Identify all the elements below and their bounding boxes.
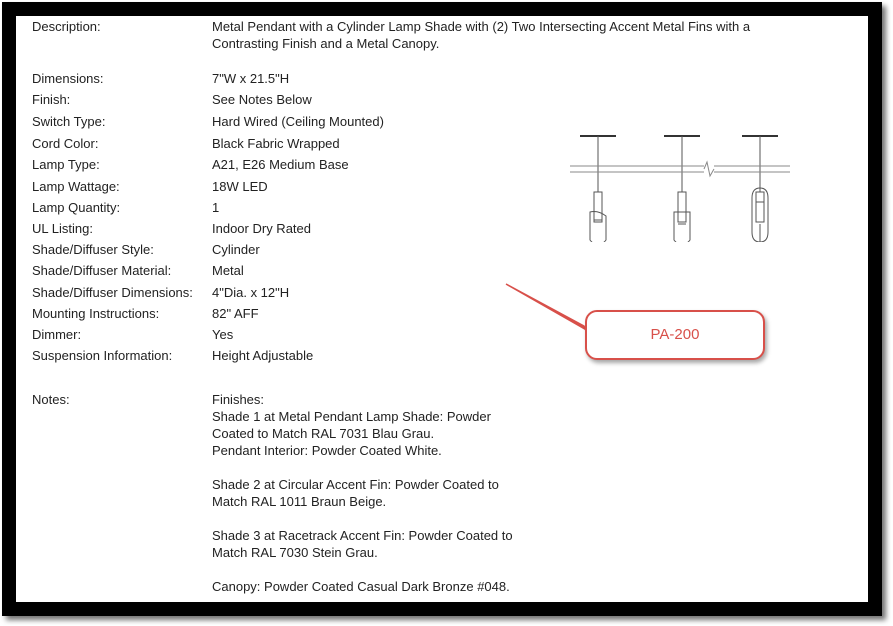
spec-sheet: Description: Metal Pendant with a Cylind… (16, 16, 868, 602)
spec-label: Suspension Information: (32, 348, 173, 363)
notes-paragraph: Canopy: Powder Coated Casual Dark Bronze… (212, 579, 510, 594)
notes-paragraph: Finishes: Shade 1 at Metal Pendant Lamp … (212, 392, 491, 458)
spec-label: Dimensions: (32, 71, 104, 86)
spec-value: Metal (212, 263, 244, 278)
spec-label: Shade/Diffuser Style: (32, 242, 154, 257)
spec-label: Cord Color: (32, 136, 99, 151)
notes-label: Notes: (32, 392, 70, 407)
pendant-illustration (570, 135, 790, 242)
spec-value: Hard Wired (Ceiling Mounted) (212, 114, 384, 129)
notes-paragraph: Shade 3 at Racetrack Accent Fin: Powder … (212, 528, 513, 560)
spec-value: See Notes Below (212, 92, 312, 107)
spec-label: Description: (32, 19, 101, 34)
callout-label: PA-200 (650, 326, 700, 343)
spec-label: Mounting Instructions: (32, 306, 160, 321)
spec-value: Cylinder (212, 242, 260, 257)
notes-paragraph: Shade 2 at Circular Accent Fin: Powder C… (212, 477, 499, 509)
spec-label: Finish: (32, 92, 71, 107)
callout-badge: PA-200 (585, 310, 765, 360)
spec-label: Lamp Type: (32, 157, 100, 172)
spec-label: UL Listing: (32, 221, 93, 236)
spec-value: 7"W x 21.5"H (212, 71, 290, 86)
spec-label: Shade/Diffuser Material: (32, 263, 172, 278)
spec-label: Lamp Quantity: (32, 200, 121, 215)
spec-label: Dimmer: (32, 327, 82, 342)
spec-label: Lamp Wattage: (32, 179, 120, 194)
spec-label: Switch Type: (32, 114, 106, 129)
callout-arrow (505, 283, 591, 338)
spec-value: Metal Pendant with a Cylinder Lamp Shade… (212, 19, 751, 51)
spec-label: Shade/Diffuser Dimensions: (32, 285, 193, 300)
document-frame: Description: Metal Pendant with a Cylind… (0, 0, 893, 626)
notes-content: Finishes: Shade 1 at Metal Pendant Lamp … (212, 391, 572, 602)
